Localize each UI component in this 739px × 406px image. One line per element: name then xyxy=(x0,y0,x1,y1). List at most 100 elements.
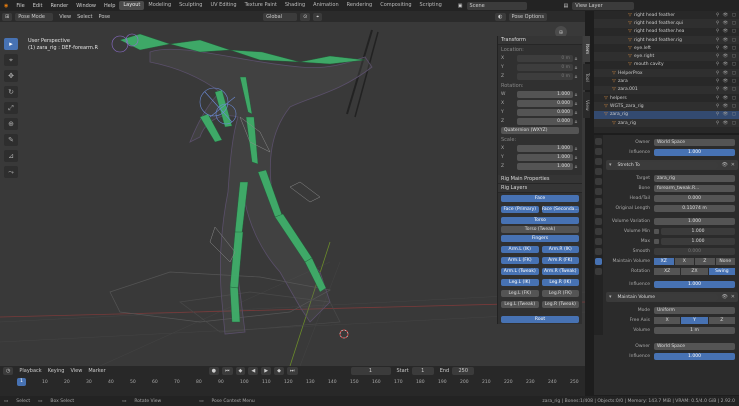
outliner-row[interactable]: ▽ zara_rig ⚲ 👁︎ ▢ xyxy=(594,110,739,119)
transform-orientation-selector[interactable]: Global xyxy=(263,12,298,21)
texture-tab-icon[interactable] xyxy=(595,268,602,275)
rotation-option-zx[interactable]: ZX xyxy=(681,267,708,275)
menu-edit[interactable]: Edit xyxy=(29,3,47,9)
jump-end-icon[interactable]: ⏭ xyxy=(286,366,298,375)
lock-icon[interactable]: 🔒︎ xyxy=(573,164,579,170)
workspace-tab-scripting[interactable]: Scripting xyxy=(416,1,446,10)
eye-icon[interactable]: 👁︎ xyxy=(721,162,727,168)
original-length-field[interactable]: 0.11074 m xyxy=(654,204,735,212)
scale-y-field[interactable]: 1.000 xyxy=(517,154,573,161)
rotation-option-swing[interactable]: Swing xyxy=(708,267,735,275)
constraint-name-field-2[interactable]: Maintain Volume xyxy=(614,293,719,301)
stretch-to-constraint-header[interactable]: ▾ Stretch To 👁︎ ✕ xyxy=(606,160,738,170)
jump-start-icon[interactable]: ⏮ xyxy=(222,366,233,375)
outliner-row[interactable]: ▽ right head feather ⚲ 👁︎ ▢ xyxy=(594,11,739,19)
menu-pose[interactable]: Pose xyxy=(96,14,114,20)
rotation-mode-dropdown[interactable]: Quaternion (WXYZ) xyxy=(501,127,579,134)
layer-torso-tweak-button[interactable]: Torso (Tweak) xyxy=(501,226,579,233)
workspace-tab-uv-editing[interactable]: UV Editing xyxy=(206,1,240,10)
select-box-tool-icon[interactable]: ▸ xyxy=(4,38,18,50)
modifier-tab-icon[interactable] xyxy=(595,208,602,215)
layer-leg-l-tweak-button[interactable]: Leg.L (Tweak) xyxy=(501,301,539,308)
workspace-tab-animation[interactable]: Animation xyxy=(309,1,343,10)
layer-face-button[interactable]: Face xyxy=(501,195,579,202)
object-tab-icon[interactable] xyxy=(595,198,602,205)
bone-field[interactable]: forearm_tweak.R... xyxy=(654,184,735,192)
constraint-tab-icon[interactable] xyxy=(595,228,602,235)
playhead[interactable]: 1 xyxy=(17,378,26,386)
location-x-field[interactable]: 0 m xyxy=(517,55,573,62)
free-axis-option-y[interactable]: Y xyxy=(681,316,708,324)
measure-tool-icon[interactable]: ⊿ xyxy=(4,150,18,162)
lock-icon[interactable]: 🔒︎ xyxy=(573,92,579,98)
outliner-row[interactable]: ▽ zara ⚲ 👁︎ ▢ xyxy=(594,77,739,85)
chevron-down-icon[interactable]: ▾ xyxy=(609,294,612,300)
bone-constraint-tab-icon[interactable] xyxy=(595,258,602,265)
record-icon[interactable]: ● xyxy=(208,366,220,375)
outliner-row[interactable]: ▽ right head feather.hea ⚲ 👁︎ ▢ xyxy=(594,28,739,36)
outliner-row[interactable]: ▽ right head feather.qui ⚲ 👁︎ ▢ xyxy=(594,19,739,28)
play-icon[interactable]: ▶ xyxy=(261,366,272,375)
play-reverse-icon[interactable]: ◀ xyxy=(248,366,259,375)
visibility-icons[interactable]: ⚲ 👁︎ ▢ xyxy=(716,121,739,126)
outliner-row[interactable]: ▽ eye.left ⚲ 👁︎ ▢ xyxy=(594,44,739,52)
scale-z-field[interactable]: 1.000 xyxy=(517,163,573,170)
volume-max-field[interactable]: 1.000 xyxy=(661,237,735,245)
data-tab-icon[interactable] xyxy=(595,238,602,245)
bone-tab-icon[interactable] xyxy=(595,248,602,255)
layer-arm-l-fk-button[interactable]: Arm.L (FK) xyxy=(501,257,539,264)
location-y-field[interactable]: 0 m xyxy=(517,64,573,71)
snap-icon[interactable]: ⌖ xyxy=(313,12,323,21)
lock-icon[interactable]: 🔒︎ xyxy=(573,65,579,71)
workspace-tab-modeling[interactable]: Modeling xyxy=(144,1,175,10)
outliner-row[interactable]: ▽ WGTS_zara_rig ⚲ 👁︎ ▢ xyxy=(594,102,739,111)
rotation-w-field[interactable]: 1.000 xyxy=(517,91,573,98)
layer-leg-r-tweak-button[interactable]: Leg.R (Tweak) xyxy=(541,301,579,308)
target-field[interactable]: zara_rig xyxy=(654,174,735,182)
outliner-row[interactable]: ▽ HelperProx ⚲ 👁︎ ▢ xyxy=(594,69,739,78)
maintain-volume-option-xz[interactable]: XZ xyxy=(654,257,674,265)
outliner-row[interactable]: ▽ helpers ⚲ 👁︎ ▢ xyxy=(594,94,739,102)
tab-tool[interactable]: Tool xyxy=(583,64,590,90)
tab-view[interactable]: View xyxy=(583,92,590,118)
mode-dropdown[interactable]: Uniform xyxy=(654,306,735,314)
physics-tab-icon[interactable] xyxy=(595,218,602,225)
free-axis-option-z[interactable]: Z xyxy=(708,316,735,324)
pivot-icon[interactable]: ⊙ xyxy=(300,12,311,21)
owner-space-dropdown-2[interactable]: World Space xyxy=(654,342,735,350)
scene-tab-icon[interactable] xyxy=(595,178,602,185)
location-z-field[interactable]: 0 m xyxy=(517,73,573,80)
chevron-down-icon[interactable]: ▾ xyxy=(609,162,612,168)
smooth-field[interactable]: 0.000 xyxy=(654,247,735,255)
visibility-icons[interactable]: ⚲ 👁︎ ▢ xyxy=(716,46,739,51)
world-tab-icon[interactable] xyxy=(595,188,602,195)
blender-logo-icon[interactable]: ◉ xyxy=(0,3,12,9)
volume-min-checkbox[interactable] xyxy=(654,228,659,234)
rotate-tool-icon[interactable]: ↻ xyxy=(4,86,18,98)
volume-variation-field[interactable]: 1.000 xyxy=(654,217,735,225)
visibility-icons[interactable]: ⚲ 👁︎ ▢ xyxy=(716,104,739,109)
visibility-icons[interactable]: ⚲ 👁︎ ▢ xyxy=(716,112,739,117)
rotation-option-xz[interactable]: XZ xyxy=(654,267,681,275)
volume-field[interactable]: 1 m xyxy=(654,326,735,334)
rotation-y-field[interactable]: 0.000 xyxy=(517,109,573,116)
next-key-icon[interactable]: ◆ xyxy=(274,366,284,375)
tool-tab-icon[interactable] xyxy=(595,138,602,145)
free-axis-option-x[interactable]: X xyxy=(654,316,681,324)
editor-type-icon[interactable]: ⊞ xyxy=(2,12,13,21)
scale-tool-icon[interactable]: ⤢ xyxy=(4,102,18,114)
prev-key-icon[interactable]: ◆ xyxy=(235,366,246,375)
end-frame-field[interactable]: 250 xyxy=(452,366,475,375)
visibility-icons[interactable]: ⚲ 👁︎ ▢ xyxy=(716,13,739,18)
visibility-icons[interactable]: ⚲ 👁︎ ▢ xyxy=(716,29,739,34)
view-layer-selector[interactable]: View Layer xyxy=(572,1,635,10)
visibility-icons[interactable]: ⚲ 👁︎ ▢ xyxy=(716,96,739,101)
volume-max-checkbox[interactable] xyxy=(654,238,659,244)
visibility-icons[interactable]: ⚲ 👁︎ ▢ xyxy=(716,62,739,67)
lock-icon[interactable]: 🔒︎ xyxy=(573,56,579,62)
constraint-name-field[interactable]: Stretch To xyxy=(614,161,719,169)
tab-item[interactable]: Item xyxy=(583,36,590,62)
layer-arm-l-ik-button[interactable]: Arm.L (IK) xyxy=(501,246,539,253)
mode-selector[interactable]: Pose Mode xyxy=(15,12,54,21)
menu-marker[interactable]: Marker xyxy=(85,368,108,374)
